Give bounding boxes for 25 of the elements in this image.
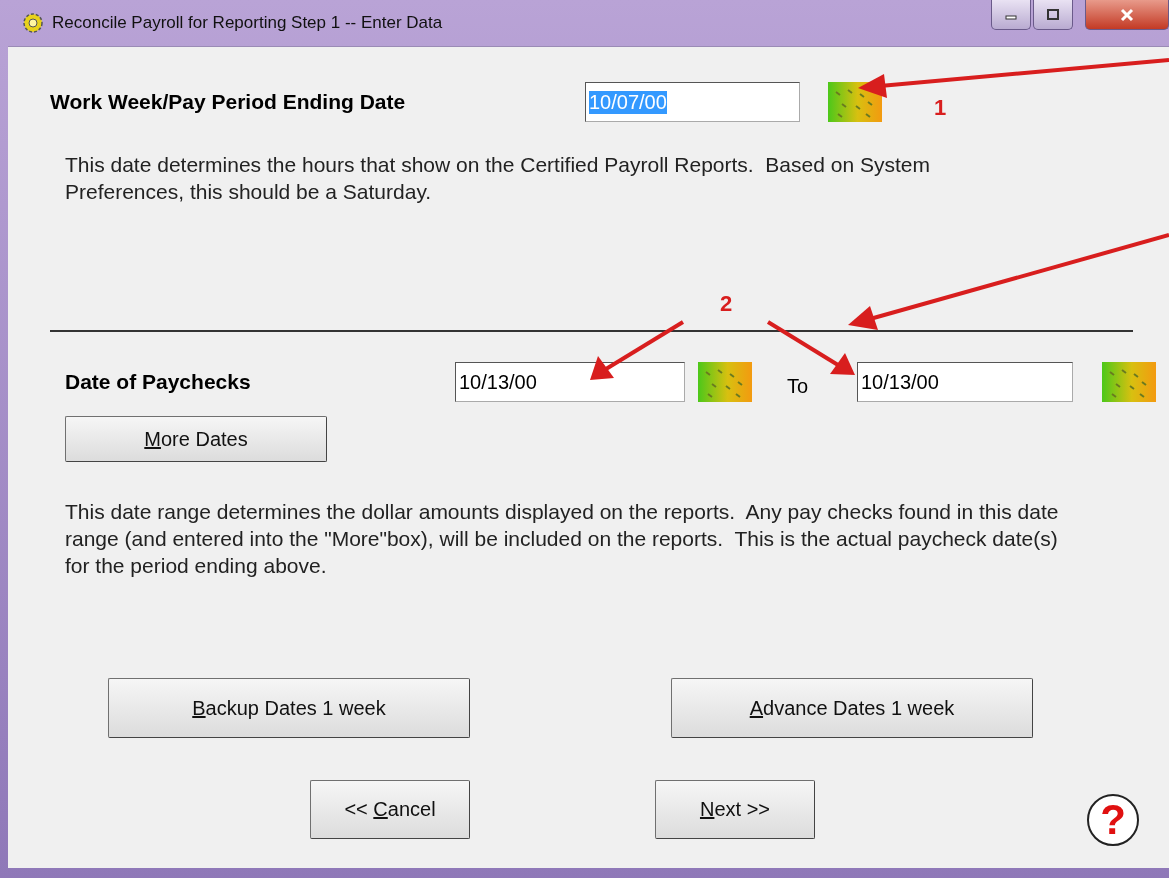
date-field[interactable]: 10/13/00 <box>455 362 685 402</box>
help-icon[interactable]: ? <box>1087 794 1139 846</box>
date-field[interactable]: 10/13/00 <box>857 362 1073 402</box>
minimize-button[interactable] <box>991 0 1031 30</box>
window-title: Reconcile Payroll for Reporting Step 1 -- Enter Data <box>52 13 443 33</box>
description-text: This date determines the hours that show on the Certified Payroll Reports. Based on System Preferences, this should be a Saturday. <box>64 152 931 205</box>
annotation-number: 1 <box>934 95 947 121</box>
to-label: To <box>787 373 810 398</box>
field-label: Work Week/Pay Period Ending Date <box>50 90 407 114</box>
date-shift-button[interactable]: Advance Dates 1 week <box>671 678 1033 738</box>
nav-button[interactable]: Next >> <box>655 779 815 839</box>
close-button[interactable] <box>1085 0 1169 30</box>
calendar-icon[interactable] <box>698 362 752 402</box>
date-shift-button[interactable]: Backup Dates 1 week <box>108 678 470 738</box>
nav-button[interactable]: << Cancel <box>310 779 470 839</box>
field-label: Date of Paychecks <box>65 370 252 394</box>
maximize-button[interactable] <box>1033 0 1073 30</box>
calendar-icon[interactable] <box>828 82 882 122</box>
annotation-number: 2 <box>720 291 733 317</box>
gear-icon <box>22 12 44 34</box>
maximize-icon <box>1046 8 1060 21</box>
close-icon <box>1119 7 1135 22</box>
calendar-icon[interactable] <box>1102 362 1156 402</box>
more-dates-button[interactable]: More Dates <box>65 416 327 462</box>
description-text: This date range determines the dollar amounts displayed on the reports. Any pay checks found in this date range (and entered into the "More"box), will be included on the reports. This is the actual paycheck date(s) for the period ending above. <box>64 499 1060 579</box>
